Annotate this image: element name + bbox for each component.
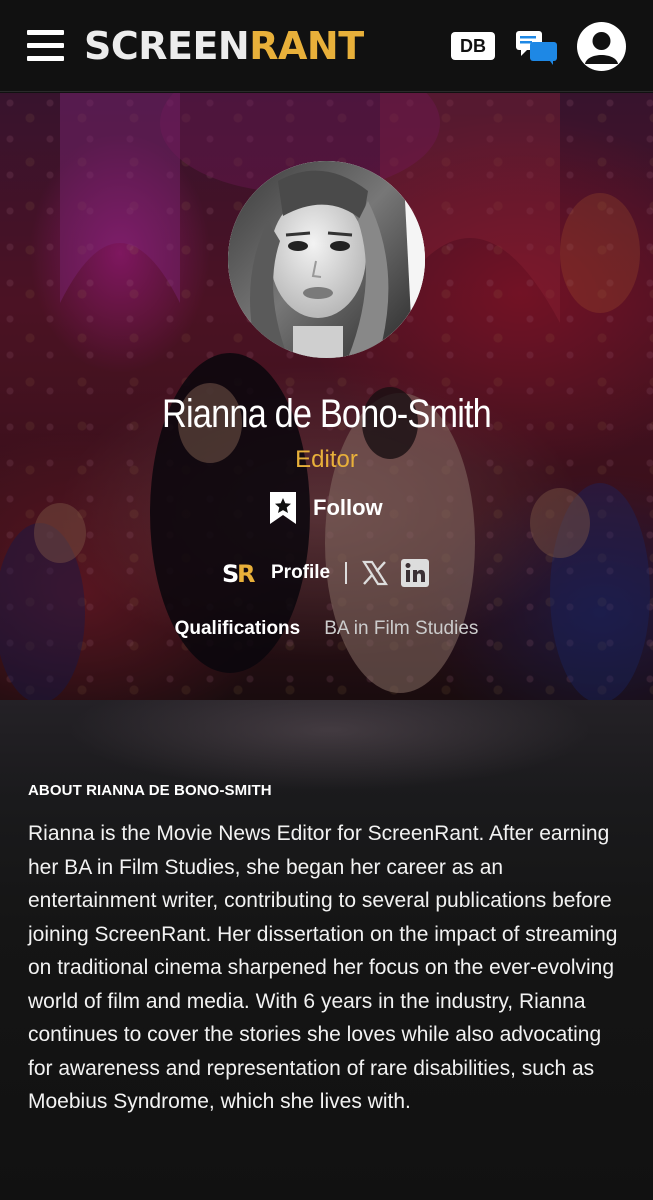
- linkedin-icon[interactable]: [401, 559, 429, 587]
- profile-link[interactable]: Profile: [271, 558, 330, 588]
- site-logo[interactable]: SCREENRANT: [84, 24, 364, 68]
- author-role: Editor: [295, 446, 358, 473]
- account-icon[interactable]: [577, 22, 626, 71]
- site-header: SCREENRANT DB: [0, 0, 653, 92]
- follow-label: Follow: [313, 495, 383, 520]
- follow-button[interactable]: Follow: [268, 490, 388, 526]
- links-divider: [345, 562, 347, 584]
- chat-icon[interactable]: [515, 29, 559, 65]
- logo-screen-text: SCREEN: [84, 24, 250, 68]
- about-bio: Rianna is the Movie News Editor for Scre…: [28, 822, 618, 1113]
- about-section: ABOUT RIANNA DE BONO-SMITH Rianna is the…: [0, 700, 653, 1200]
- bookmark-star-icon: [270, 492, 296, 524]
- qualifications-row: Qualifications BA in Film Studies: [0, 616, 653, 642]
- x-icon[interactable]: [362, 560, 388, 586]
- menu-icon[interactable]: [27, 30, 64, 61]
- author-hero: Rianna de Bono-Smith Editor Follow S R P…: [0, 93, 653, 700]
- author-name: Rianna de Bono-Smith: [162, 392, 492, 436]
- db-button[interactable]: DB: [451, 32, 495, 60]
- qualifications-value: BA in Film Studies: [324, 618, 479, 639]
- svg-text:R: R: [237, 560, 255, 586]
- logo-rant-text: RANT: [249, 24, 364, 68]
- qualifications-label: Qualifications: [174, 618, 301, 639]
- author-links: S R Profile: [222, 558, 442, 588]
- about-heading: ABOUT RIANNA DE BONO-SMITH: [28, 782, 272, 799]
- screenrant-sr-icon[interactable]: S R: [222, 560, 258, 586]
- author-avatar: [228, 161, 425, 358]
